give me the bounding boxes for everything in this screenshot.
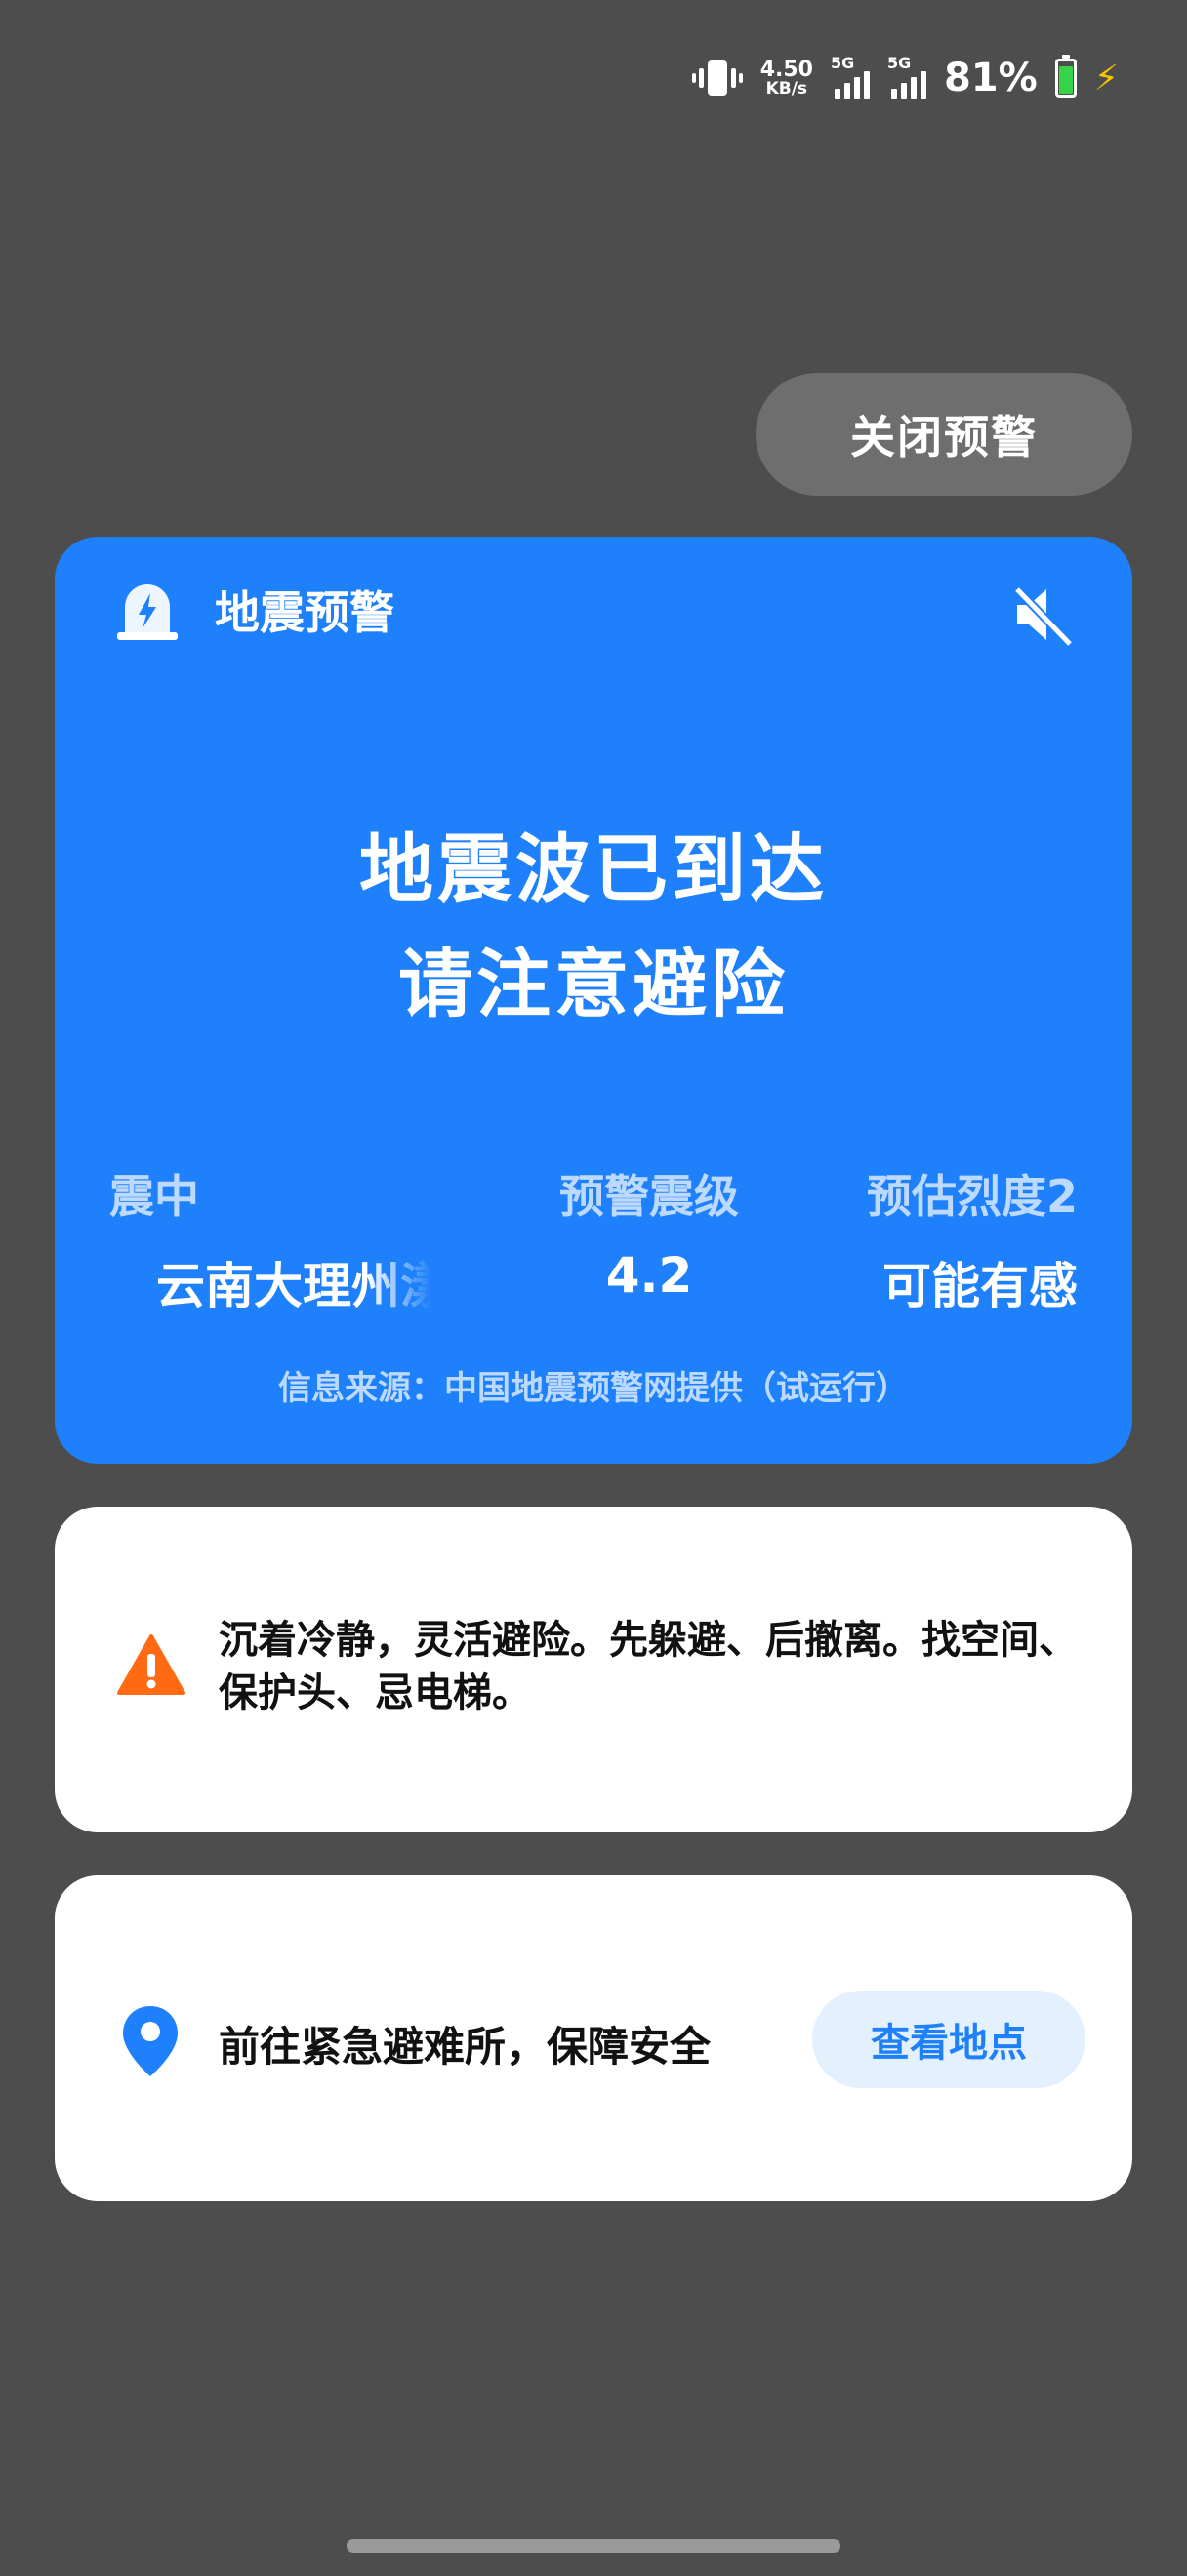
- magnitude-stat: 预警震级 4.2: [559, 1161, 739, 1317]
- network-speed-unit: KB/s: [765, 78, 808, 99]
- earthquake-alert-card: 地震预警 地震波已到达 请注意避险 震中 云南大理州漾 预警震级 4.2 预估烈…: [55, 537, 1132, 1464]
- volume-muted-icon[interactable]: [1011, 584, 1074, 646]
- sim1-network-tag: 5G: [830, 54, 855, 72]
- view-location-button[interactable]: 查看地点: [812, 1991, 1085, 2088]
- magnitude-value: 4.2: [605, 1247, 693, 1304]
- warning-triangle-icon: [117, 1634, 185, 1695]
- shelter-card: 前往紧急避难所，保障安全 查看地点: [55, 1875, 1132, 2201]
- location-pin-icon: [123, 2006, 178, 2076]
- epicenter-stat: 震中 云南大理州漾: [109, 1161, 431, 1317]
- home-indicator[interactable]: [347, 2539, 840, 2553]
- shelter-text: 前往紧急避难所，保障安全: [219, 2023, 712, 2071]
- magnitude-label: 预警震级: [558, 1170, 739, 1223]
- network-speed: 4.50 KB/s: [759, 57, 813, 99]
- info-source: 信息来源：中国地震预警网提供（试运行）: [278, 1369, 909, 1408]
- earthquake-alert-icon: [117, 584, 178, 640]
- battery-percent: 81%: [943, 56, 1038, 101]
- sim2-network-tag: 5G: [886, 54, 912, 72]
- close-alert-button[interactable]: 关闭预警: [756, 373, 1132, 496]
- alert-headline: 地震波已到达 请注意避险: [55, 812, 1132, 1042]
- charging-icon: ⚡: [1093, 58, 1119, 99]
- sim2-signal-icon: 5G: [887, 54, 926, 99]
- safety-advice-text: 沉着冷静，灵活避险。先躲避、后撤离。找空间、保护头、忌电梯。: [219, 1618, 1078, 1715]
- intensity-label: 预估烈度2: [866, 1170, 1078, 1223]
- epicenter-value: 云南大理州漾: [156, 1258, 431, 1314]
- earthquake-alert-screen: 4.50 KB/s 5G 5G 81% ⚡ 关闭预警 地震预警 地震波已到达 请…: [0, 0, 1187, 2576]
- epicenter-label: 震中: [109, 1170, 199, 1223]
- intensity-stat: 预估烈度2 可能有感: [867, 1161, 1078, 1317]
- alert-title: 地震预警: [215, 586, 394, 639]
- sim1-signal-icon: 5G: [831, 54, 870, 99]
- battery-icon: [1054, 55, 1077, 98]
- intensity-value: 可能有感: [881, 1258, 1078, 1314]
- status-bar: 4.50 KB/s 5G 5G 81% ⚡: [691, 49, 1119, 107]
- headline-line-1: 地震波已到达: [359, 825, 828, 912]
- alert-stats: 震中 云南大理州漾 预警震级 4.2 预估烈度2 可能有感: [109, 1161, 1078, 1317]
- safety-advice-card: 沉着冷静，灵活避险。先躲避、后撤离。找空间、保护头、忌电梯。: [55, 1507, 1132, 1832]
- network-speed-value: 4.50: [759, 57, 813, 82]
- vibrate-icon: [691, 60, 743, 96]
- headline-line-2: 请注意避险: [398, 941, 789, 1027]
- alert-header: 地震预警: [113, 578, 394, 642]
